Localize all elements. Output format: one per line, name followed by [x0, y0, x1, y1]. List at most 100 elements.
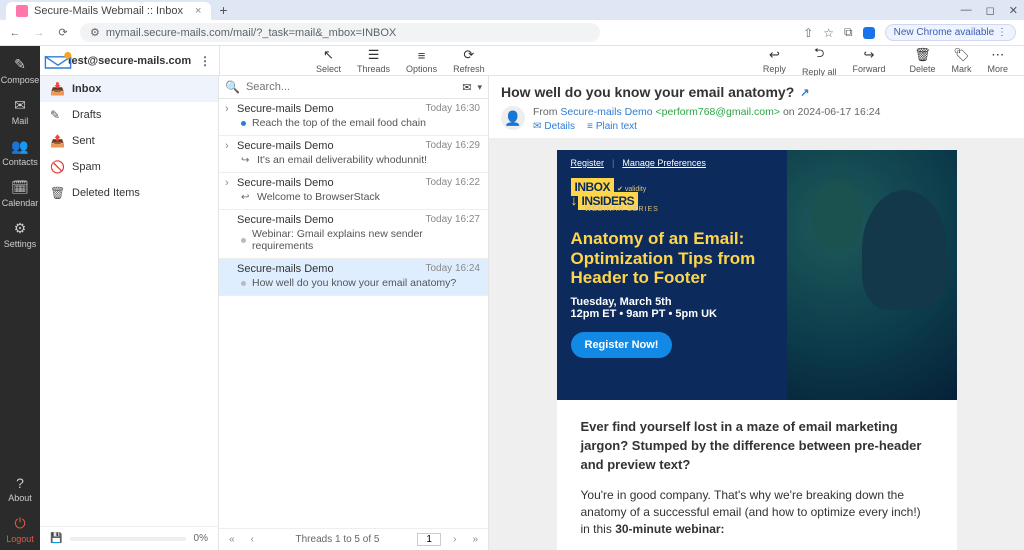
thread-item[interactable]: ›Secure-mails DemoToday 16:29 ↪It's an e…	[219, 136, 488, 173]
search-icon[interactable]: 🔍	[225, 80, 240, 94]
tool-delete[interactable]: 🗑Delete	[901, 45, 943, 76]
message-list: 🔍 ✉ ▾ ›Secure-mails DemoToday 16:30 Reac…	[219, 76, 489, 550]
search-input[interactable]	[246, 81, 456, 93]
details-link[interactable]: ✉Details	[533, 121, 575, 132]
sidebar-contacts[interactable]: 👥Contacts	[0, 132, 40, 173]
site-settings-icon[interactable]: ⚙	[90, 26, 100, 39]
folder-inbox[interactable]: 📥Inbox	[40, 76, 218, 102]
forward-icon: ↪	[241, 155, 251, 166]
chevron-down-icon[interactable]: ▾	[477, 82, 482, 93]
quota-bar: 💾 0%	[40, 526, 218, 550]
tab-favicon	[16, 5, 28, 17]
envelope-icon: ✉	[533, 121, 541, 132]
tab-close-icon[interactable]: ×	[195, 5, 201, 17]
new-tab-button[interactable]: +	[219, 2, 227, 18]
sender-avatar: 👤	[501, 106, 525, 130]
bookmark-icon[interactable]: ☆	[823, 26, 834, 40]
preview-subject: How well do you know your email anatomy?…	[501, 84, 1012, 100]
pencil-icon: ✎	[50, 108, 64, 122]
external-link-icon[interactable]: ↗	[800, 86, 809, 99]
from-email-link[interactable]: <perform768@gmail.com>	[656, 106, 780, 118]
address-bar[interactable]: ⚙ mymail.secure-mails.com/mail/?_task=ma…	[80, 23, 600, 42]
sidebar-logout[interactable]: ⏻Logout	[0, 509, 40, 550]
expand-icon[interactable]: ›	[225, 177, 237, 189]
read-dot-icon	[241, 281, 246, 286]
page-last-icon[interactable]: »	[468, 534, 482, 545]
nav-reload-icon[interactable]: ⟳	[56, 26, 70, 39]
window-minimize-icon[interactable]: —	[961, 4, 972, 17]
browser-tabstrip: Secure-Mails Webmail :: Inbox × + — ◻ ✕	[0, 0, 1024, 20]
window-close-icon[interactable]: ✕	[1009, 4, 1018, 17]
app-logo-icon	[44, 51, 72, 71]
thread-item[interactable]: Secure-mails DemoToday 16:27 Webinar: Gm…	[219, 210, 488, 259]
tool-reply-all[interactable]: ⮌Reply all	[794, 42, 845, 79]
browser-tab[interactable]: Secure-Mails Webmail :: Inbox ×	[6, 2, 211, 20]
page-input[interactable]	[417, 533, 441, 546]
hero-manage-link[interactable]: Manage Preferences	[622, 158, 706, 168]
account-selector[interactable]: test@secure-mails.com ⋮	[40, 46, 220, 75]
register-now-button[interactable]: Register Now!	[571, 332, 673, 358]
profile-avatar[interactable]	[863, 27, 875, 39]
expand-icon[interactable]: ›	[225, 103, 237, 115]
more-icon: ⋯	[991, 47, 1004, 63]
unread-dot-icon	[241, 121, 246, 126]
inbox-icon: 📥	[50, 82, 64, 96]
sidebar-compose[interactable]: ✎Compose	[0, 50, 40, 91]
tool-forward[interactable]: ↪Forward	[844, 45, 893, 76]
tab-title: Secure-Mails Webmail :: Inbox	[34, 5, 183, 17]
tool-select[interactable]: ↖Select	[308, 45, 349, 76]
hero-banner: Register | Manage Preferences INBOX ✔ va…	[557, 150, 957, 400]
extensions-icon[interactable]: ⧉	[844, 25, 853, 40]
page-prev-icon[interactable]: ‹	[247, 534, 258, 545]
sidebar-calendar[interactable]: 🗓Calendar	[0, 173, 40, 214]
plaintext-link[interactable]: ≡Plain text	[587, 121, 637, 132]
list-icon: ≡	[587, 121, 593, 132]
preview-pane: How well do you know your email anatomy?…	[489, 76, 1024, 550]
email-card: Register | Manage Preferences INBOX ✔ va…	[557, 150, 957, 550]
hero-title: Anatomy of an Email: Optimization Tips f…	[557, 217, 787, 288]
message-toolbar: ↖Select ☰Threads ≡Options ⟳Refresh ↩Repl…	[220, 46, 1024, 75]
from-name-link[interactable]: Secure-mails Demo	[560, 106, 652, 118]
tool-threads[interactable]: ☰Threads	[349, 45, 398, 76]
tool-mark[interactable]: 🏷Mark	[943, 45, 979, 76]
quota-value: 0%	[194, 533, 208, 544]
tool-refresh[interactable]: ⟳Refresh	[445, 45, 493, 76]
nav-back-icon[interactable]: ←	[8, 27, 22, 39]
sidebar-settings[interactable]: ⚙Settings	[0, 214, 40, 255]
nav-forward-icon[interactable]: →	[32, 27, 46, 39]
tool-reply[interactable]: ↩Reply	[755, 45, 794, 76]
sidebar-about[interactable]: ?About	[0, 469, 40, 509]
tool-options[interactable]: ≡Options	[398, 46, 445, 76]
message-date: 2024-06-17 16:24	[798, 106, 881, 118]
folder-spam[interactable]: 🚫Spam	[40, 154, 218, 180]
folder-deleted[interactable]: 🗑Deleted Items	[40, 180, 218, 206]
tag-icon: 🏷	[953, 47, 970, 63]
hero-photo	[787, 150, 957, 400]
gear-icon: ⚙	[14, 220, 27, 237]
trash-icon: 🗑	[50, 186, 64, 200]
page-next-icon[interactable]: ›	[449, 534, 460, 545]
hero-register-link[interactable]: Register	[571, 158, 605, 168]
sidebar-mail[interactable]: ✉Mail	[0, 91, 40, 132]
message-body[interactable]: Register | Manage Preferences INBOX ✔ va…	[489, 138, 1024, 550]
thread-item[interactable]: Secure-mails DemoToday 16:24 How well do…	[219, 259, 488, 296]
share-icon[interactable]: ⇧	[803, 26, 813, 40]
thread-item[interactable]: ›Secure-mails DemoToday 16:22 ↩Welcome t…	[219, 173, 488, 210]
reply-icon: ↩	[769, 47, 780, 63]
threads-icon: ☰	[368, 47, 380, 63]
folder-sent[interactable]: 📤Sent	[40, 128, 218, 154]
chrome-update-pill[interactable]: New Chrome available ⋮	[885, 24, 1016, 41]
refresh-icon: ⟳	[463, 47, 474, 63]
page-first-icon[interactable]: «	[225, 534, 239, 545]
thread-item[interactable]: ›Secure-mails DemoToday 16:30 Reach the …	[219, 99, 488, 136]
tool-more[interactable]: ⋯More	[979, 45, 1016, 76]
expand-icon[interactable]: ›	[225, 140, 237, 152]
search-row: 🔍 ✉ ▾	[219, 76, 488, 99]
account-menu-icon[interactable]: ⋮	[199, 54, 211, 68]
folder-drafts[interactable]: ✎Drafts	[40, 102, 218, 128]
read-dot-icon	[241, 238, 246, 243]
email-body-text: Ever find yourself lost in a maze of ema…	[557, 400, 957, 550]
window-maximize-icon[interactable]: ◻	[986, 4, 995, 17]
search-scope-icon[interactable]: ✉	[462, 81, 471, 94]
forward-icon: ↪	[864, 47, 875, 63]
